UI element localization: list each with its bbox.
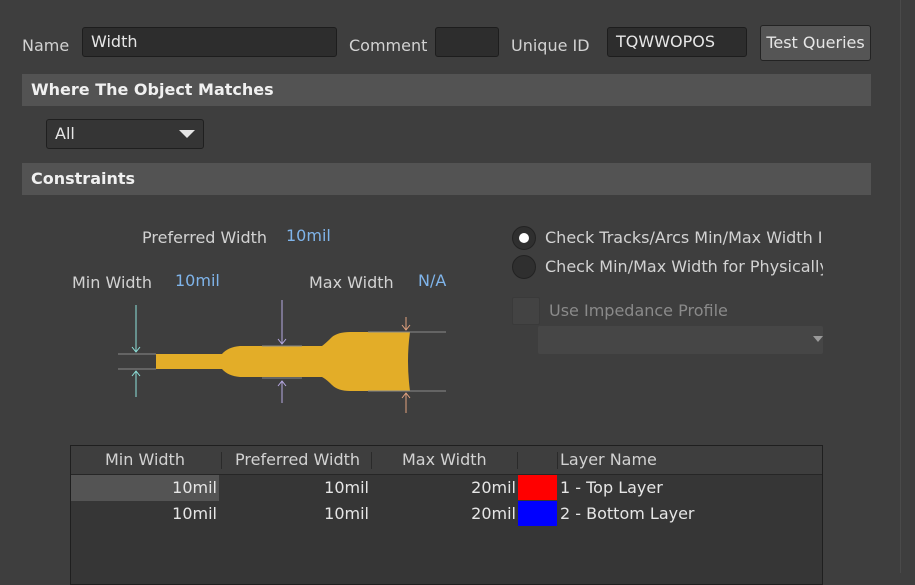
column-header-preferred-width[interactable]: Preferred Width (235, 446, 360, 474)
radio-check-tracks[interactable] (512, 226, 536, 250)
preferred-width-label: Preferred Width (142, 228, 268, 247)
column-header-max-width[interactable]: Max Width (402, 446, 487, 474)
cell-preferred-width[interactable]: 10mil (221, 501, 369, 527)
use-impedance-label: Use Impedance Profile (549, 301, 728, 320)
track-width-diagram (118, 300, 446, 413)
cell-layer-name[interactable]: 2 - Bottom Layer (560, 501, 695, 527)
table-row[interactable]: 10mil 10mil 20mil 1 - Top Layer (71, 475, 822, 501)
name-label: Name (22, 36, 70, 55)
layer-width-table: Min Width Preferred Width Max Width Laye… (70, 445, 823, 585)
cell-layer-name[interactable]: 1 - Top Layer (560, 475, 663, 501)
name-input[interactable]: Width (82, 27, 337, 57)
cell-min-width[interactable]: 10mil (71, 501, 219, 527)
max-width-label: Max Width (309, 273, 394, 292)
where-section-header: Where The Object Matches (22, 74, 871, 106)
comment-input[interactable] (435, 27, 499, 57)
scope-dropdown-value: All (55, 124, 75, 143)
column-header-layer-name[interactable]: Layer Name (560, 446, 657, 474)
cell-min-width[interactable]: 10mil (71, 475, 219, 501)
constraints-section-header: Constraints (22, 163, 871, 195)
min-width-value[interactable]: 10mil (175, 271, 220, 290)
impedance-profile-dropdown[interactable] (538, 326, 823, 354)
unique-id-label: Unique ID (511, 36, 590, 55)
max-width-value[interactable]: N/A (418, 271, 446, 290)
chevron-down-icon (813, 336, 823, 342)
use-impedance-checkbox[interactable] (512, 297, 540, 325)
table-header: Min Width Preferred Width Max Width Laye… (71, 446, 822, 475)
preferred-width-value[interactable]: 10mil (286, 226, 331, 245)
scope-dropdown[interactable]: All (46, 119, 204, 149)
cell-preferred-width[interactable]: 10mil (221, 475, 369, 501)
test-queries-button[interactable]: Test Queries (760, 25, 871, 61)
unique-id-input[interactable]: TQWWOPOS (607, 27, 747, 57)
table-row[interactable]: 10mil 10mil 20mil 2 - Bottom Layer (71, 501, 822, 527)
cell-max-width[interactable]: 20mil (371, 475, 516, 501)
radio-check-physically-label[interactable]: Check Min/Max Width for Physically (545, 257, 823, 276)
cell-max-width[interactable]: 20mil (371, 501, 516, 527)
column-header-min-width[interactable]: Min Width (105, 446, 185, 474)
panel-divider (900, 0, 901, 573)
comment-label: Comment (349, 36, 428, 55)
layer-color-swatch (518, 501, 557, 526)
layer-color-swatch (518, 475, 557, 500)
chevron-down-icon (179, 130, 195, 138)
radio-check-physically[interactable] (512, 255, 536, 279)
radio-check-tracks-label[interactable]: Check Tracks/Arcs Min/Max Width In (545, 228, 823, 247)
min-width-label: Min Width (72, 273, 152, 292)
